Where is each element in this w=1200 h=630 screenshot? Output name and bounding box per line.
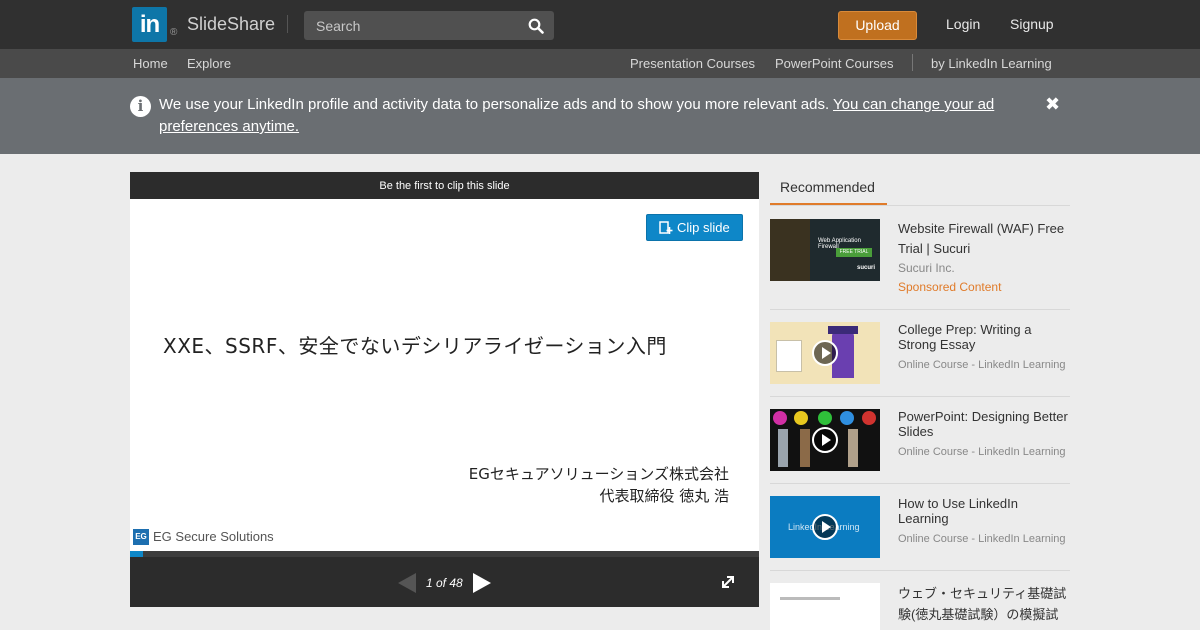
tab-recommended[interactable]: Recommended: [770, 172, 887, 206]
powerpoint-thumbnail[interactable]: [770, 409, 880, 471]
clip-slide-label: Clip slide: [677, 220, 730, 235]
recommended-title[interactable]: PowerPoint: Designing Better Slides: [898, 409, 1070, 439]
eg-logo-text: EG Secure Solutions: [153, 529, 274, 544]
nav-powerpoint-courses[interactable]: PowerPoint Courses: [775, 56, 894, 71]
slide-viewer: Clip slide XXE、SSRF、安全でないデシリアライゼーション入門 E…: [130, 199, 759, 551]
page-indicator: 1 of 48: [426, 576, 463, 590]
notice-text: We use your LinkedIn profile and activit…: [159, 94, 1019, 138]
upload-button[interactable]: Upload: [838, 11, 917, 40]
login-link[interactable]: Login: [946, 16, 980, 32]
clip-header: Be the first to clip this slide: [130, 172, 759, 199]
recommended-title[interactable]: College Prep: Writing a Strong Essay: [898, 322, 1070, 352]
thumb-badge: FREE TRIAL: [836, 248, 872, 257]
security-exam-thumbnail[interactable]: [770, 583, 880, 630]
info-icon: i: [130, 96, 151, 117]
play-icon[interactable]: [812, 340, 838, 366]
recommended-item[interactable]: PowerPoint: Designing Better Slides Onli…: [770, 409, 1070, 471]
previous-slide-icon[interactable]: [398, 573, 416, 593]
item-divider: [770, 570, 1070, 571]
item-divider: [770, 309, 1070, 310]
recommended-item[interactable]: Web Application Firewall FREE TRIAL sucu…: [770, 219, 1070, 299]
linkedin-logo-icon[interactable]: in: [132, 7, 167, 42]
search-icon[interactable]: [528, 18, 544, 34]
recommended-title[interactable]: ウェブ・セキュリティ基礎試験(徳丸基礎試験）の模擬試: [898, 583, 1070, 625]
recommended-source: Online Course - LinkedIn Learning: [898, 359, 1066, 371]
recommended-title[interactable]: How to Use LinkedIn Learning: [898, 496, 1070, 526]
close-icon[interactable]: ✖: [1045, 94, 1060, 115]
tab-underline: [770, 205, 1070, 206]
fullscreen-icon[interactable]: [720, 574, 736, 590]
ad-notice-banner: i We use your LinkedIn profile and activ…: [0, 78, 1200, 154]
signup-link[interactable]: Signup: [1010, 16, 1054, 32]
recommended-item[interactable]: ウェブ・セキュリティ基礎試験(徳丸基礎試験）の模擬試: [770, 583, 1070, 630]
sucuri-thumbnail[interactable]: Web Application Firewall FREE TRIAL sucu…: [770, 219, 880, 281]
player-controls: 1 of 48: [130, 557, 759, 607]
registered-mark: ®: [170, 27, 178, 38]
play-icon[interactable]: [812, 514, 838, 540]
next-slide-icon[interactable]: [473, 573, 491, 593]
search-box[interactable]: [304, 11, 554, 40]
header-divider: [287, 15, 288, 33]
nav-presentation-courses[interactable]: Presentation Courses: [630, 56, 755, 71]
linkedin-learning-thumbnail[interactable]: LinkedIn Learning: [770, 496, 880, 558]
recommended-item[interactable]: LinkedIn Learning How to Use LinkedIn Le…: [770, 496, 1070, 558]
sponsored-label: Sponsored Content: [898, 280, 1002, 294]
recommended-title[interactable]: Website Firewall (WAF) Free Trial | Sucu…: [898, 219, 1070, 259]
recommended-item[interactable]: College Prep: Writing a Strong Essay Onl…: [770, 322, 1070, 384]
thumb-brand: sucuri: [857, 265, 876, 271]
eg-logo-icon: EG: [133, 529, 149, 545]
slide-title: XXE、SSRF、安全でないデシリアライゼーション入門: [163, 334, 667, 358]
sub-navigation: Home Explore Presentation Courses PowerP…: [0, 49, 1200, 78]
item-divider: [770, 396, 1070, 397]
clip-icon: [659, 221, 673, 234]
nav-home[interactable]: Home: [133, 56, 168, 71]
nav-divider: [912, 54, 913, 71]
notice-message: We use your LinkedIn profile and activit…: [159, 96, 830, 113]
slide-author: 代表取締役 徳丸 浩: [599, 487, 729, 505]
clip-slide-button[interactable]: Clip slide: [646, 214, 743, 241]
college-prep-thumbnail[interactable]: [770, 322, 880, 384]
brand-name[interactable]: SlideShare: [187, 14, 275, 35]
slide-company: EGセキュアソリューションズ株式会社: [468, 465, 729, 483]
item-divider: [770, 483, 1070, 484]
play-icon[interactable]: [812, 427, 838, 453]
search-input[interactable]: [304, 11, 524, 40]
recommended-source: Online Course - LinkedIn Learning: [898, 533, 1066, 545]
nav-explore[interactable]: Explore: [187, 56, 231, 71]
nav-by-linkedin-learning[interactable]: by LinkedIn Learning: [931, 56, 1052, 71]
recommended-source: Online Course - LinkedIn Learning: [898, 446, 1066, 458]
top-bar: in ® SlideShare Upload Login Signup: [0, 0, 1200, 49]
recommended-author: Sucuri Inc.: [898, 261, 955, 275]
